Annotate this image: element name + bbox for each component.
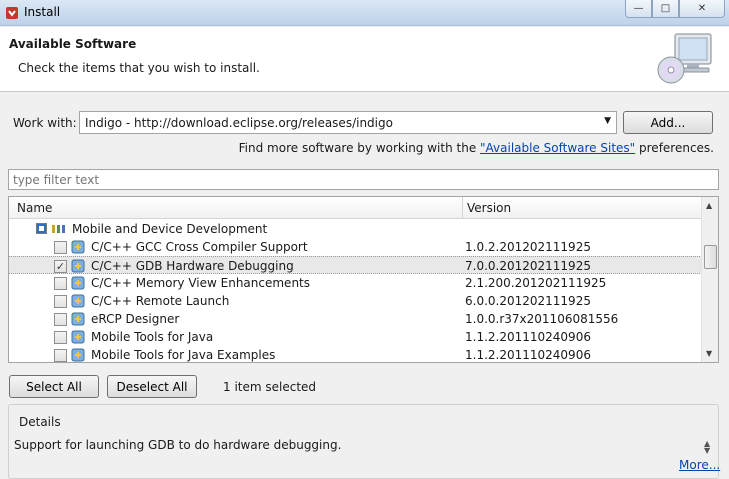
plugin-icon <box>71 240 85 254</box>
tree-rows: Mobile and Device Development C/C++ GCC … <box>9 220 702 362</box>
wizard-header: Available Software Check the items that … <box>0 27 729 92</box>
item-version: 1.0.0.r37x201106081556 <box>465 312 619 326</box>
tree-header: Name Version <box>9 197 702 219</box>
scroll-up-icon[interactable]: ▲ <box>706 201 712 210</box>
plugin-icon <box>71 276 85 290</box>
scrollbar-thumb[interactable] <box>704 245 717 269</box>
window-controls: — □ ✕ <box>625 0 725 18</box>
tree-row[interactable]: eRCP Designer 1.0.0.r37x201106081556 <box>9 310 702 328</box>
item-checkbox[interactable] <box>54 331 67 344</box>
tree-row[interactable]: Mobile Tools for Java Examples 1.1.2.201… <box>9 346 702 362</box>
selected-count-text: 1 item selected <box>223 380 317 394</box>
window-title: Install <box>24 5 61 19</box>
page-description: Check the items that you wish to install… <box>18 61 260 75</box>
item-name: eRCP Designer <box>91 312 180 326</box>
tree-scrollbar[interactable]: ▲ ▼ <box>701 197 718 362</box>
tree-row[interactable]: C/C++ GCC Cross Compiler Support 1.0.2.2… <box>9 238 702 256</box>
item-checkbox[interactable] <box>54 277 67 290</box>
computer-cd-icon <box>657 33 712 84</box>
page-title: Available Software <box>9 37 137 51</box>
chevron-down-icon[interactable]: ▼ <box>604 116 611 126</box>
details-description: Support for launching GDB to do hardware… <box>14 438 342 452</box>
item-checkbox[interactable] <box>54 349 67 362</box>
deselect-all-button[interactable]: Deselect All <box>107 375 197 398</box>
item-checkbox[interactable] <box>54 313 67 326</box>
item-version: 2.1.200.201202111925 <box>465 276 607 290</box>
minimize-button[interactable]: — <box>625 0 652 18</box>
plugin-icon <box>71 348 85 362</box>
item-version: 1.0.2.201202111925 <box>465 240 591 254</box>
scroll-down-icon[interactable]: ▼ <box>706 349 712 358</box>
software-tree: Name Version Mobile and Device Developme… <box>8 196 719 363</box>
category-row[interactable]: Mobile and Device Development <box>9 220 702 238</box>
available-software-sites-link[interactable]: "Available Software Sites" <box>480 141 635 155</box>
item-name: Mobile Tools for Java <box>91 330 214 344</box>
item-name: C/C++ GDB Hardware Debugging <box>91 259 294 273</box>
column-version[interactable]: Version <box>467 201 511 215</box>
category-name: Mobile and Device Development <box>72 222 268 236</box>
item-name: C/C++ Memory View Enhancements <box>91 276 310 290</box>
more-link[interactable]: More... <box>679 458 720 472</box>
item-checkbox[interactable] <box>54 295 67 308</box>
item-name: Mobile Tools for Java Examples <box>91 348 276 362</box>
tree-row[interactable]: Mobile Tools for Java 1.1.2.201110240906 <box>9 328 702 346</box>
column-name[interactable]: Name <box>17 201 52 215</box>
item-name: C/C++ GCC Cross Compiler Support <box>91 240 308 254</box>
item-checkbox[interactable] <box>54 241 67 254</box>
tree-row[interactable]: C/C++ Remote Launch 6.0.0.201202111925 <box>9 292 702 310</box>
work-with-label: Work with: <box>13 116 77 130</box>
add-site-button[interactable]: Add... <box>623 111 713 134</box>
item-version: 6.0.0.201202111925 <box>465 294 591 308</box>
maximize-button[interactable]: □ <box>652 0 679 18</box>
plugin-icon <box>71 312 85 326</box>
details-scroll-icon[interactable]: ▲ ▼ <box>704 440 710 455</box>
find-more-suffix: preferences. <box>635 141 714 155</box>
tree-row-selected[interactable]: ✓ C/C++ GDB Hardware Debugging 7.0.0.201… <box>9 256 702 274</box>
plugin-icon <box>71 294 85 308</box>
tri-state-checkbox[interactable] <box>36 223 47 234</box>
category-icon <box>52 225 65 233</box>
title-bar: Install — □ ✕ <box>0 0 729 26</box>
item-checkbox-checked[interactable]: ✓ <box>54 260 67 273</box>
close-button[interactable]: ✕ <box>679 0 725 18</box>
work-with-value: Indigo - http://download.eclipse.org/rel… <box>85 116 393 130</box>
column-divider[interactable] <box>462 197 463 219</box>
item-version: 1.1.2.201110240906 <box>465 330 591 344</box>
find-more-prefix: Find more software by working with the <box>238 141 481 155</box>
details-title: Details <box>17 415 63 429</box>
item-name: C/C++ Remote Launch <box>91 294 230 308</box>
plugin-icon <box>71 259 85 273</box>
item-version: 1.1.2.201110240906 <box>465 348 591 362</box>
find-more-text: Find more software by working with the "… <box>239 141 714 155</box>
plugin-icon <box>71 330 85 344</box>
filter-input[interactable] <box>8 169 719 190</box>
work-with-combo[interactable]: Indigo - http://download.eclipse.org/rel… <box>79 111 617 134</box>
select-all-button[interactable]: Select All <box>9 375 99 398</box>
item-version: 7.0.0.201202111925 <box>465 259 591 273</box>
eclipse-install-icon <box>6 7 18 19</box>
install-dialog: Install — □ ✕ Available Software Check t… <box>0 0 729 479</box>
tree-row[interactable]: C/C++ Memory View Enhancements 2.1.200.2… <box>9 274 702 292</box>
